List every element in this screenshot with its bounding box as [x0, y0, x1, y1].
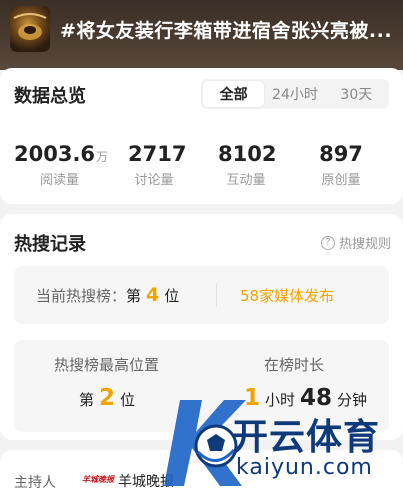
hot-search-rules-link[interactable]: ? 热搜规则 [320, 233, 391, 252]
stat-reads-value: 2003.6万 [14, 142, 109, 166]
best-rank-wei: 位 [120, 391, 136, 409]
stat-reads-unit: 万 [96, 150, 109, 164]
stats-row: 2003.6万 阅读量 2717 讨论量 8102 互动量 897 原创量 [0, 142, 403, 192]
watermark-text: 开云体育 [232, 417, 381, 458]
best-rank-label: 热搜榜最高位置 [54, 356, 160, 374]
stat-reads-label: 阅读量 [40, 173, 80, 188]
current-rank-value: 4 [146, 284, 160, 306]
stat-originals: 897 原创量 [318, 142, 364, 188]
current-rank-di: 第 [126, 287, 142, 305]
tab-24h[interactable]: 24小时 [264, 81, 325, 107]
stat-interactions: 8102 互动量 [218, 142, 277, 188]
stat-discussions-label: 讨论量 [134, 173, 174, 188]
stat-reads: 2003.6万 阅读量 [14, 142, 108, 188]
rules-label: 热搜规则 [338, 237, 391, 252]
current-rank: 当前热搜榜：第 4 位 [36, 284, 179, 306]
current-rank-prefix: 当前热搜榜： [36, 287, 127, 305]
overview-title: 数据总览 [14, 86, 86, 107]
watermark-sub: kaiyun.com [236, 455, 373, 480]
topic-title: #将女友装行李箱带进宿舍张兴亮被... [60, 20, 393, 42]
best-rank-value: 第2位 [79, 385, 135, 411]
overview-card: 数据总览 全部 24小时 30天 2003.6万 阅读量 2717 讨论量 81… [0, 68, 403, 204]
question-circle-icon: ? [320, 235, 335, 250]
duration-hours-unit: 小时 [265, 391, 296, 409]
best-rank-di: 第 [79, 391, 95, 409]
hot-search-title: 热搜记录 [14, 234, 86, 255]
stat-originals-value: 897 [319, 142, 363, 166]
duration-label: 在榜时长 [264, 356, 325, 374]
topic-header: #将女友装行李箱带进宿舍张兴亮被... [0, 0, 403, 70]
duration-minutes-unit: 分钟 [337, 391, 368, 409]
divider [216, 283, 217, 307]
host-label: 主持人 [14, 475, 56, 491]
stat-interactions-value: 8102 [218, 142, 277, 166]
stat-discussions-value: 2717 [128, 142, 187, 166]
tab-30d[interactable]: 30天 [326, 81, 387, 107]
stat-interactions-label: 互动量 [226, 173, 266, 188]
current-rank-wei: 位 [164, 287, 180, 305]
current-rank-box: 当前热搜榜：第 4 位 58家媒体发布 [14, 266, 389, 324]
tab-all[interactable]: 全部 [203, 81, 265, 107]
stat-discussions: 2717 讨论量 [128, 142, 187, 188]
media-publish-link[interactable]: 58家媒体发布 [240, 285, 334, 306]
stat-originals-label: 原创量 [321, 173, 361, 188]
hot-search-card: 热搜记录 ? 热搜规则 当前热搜榜：第 4 位 58家媒体发布 热搜榜最高位置 在榜… [0, 214, 403, 440]
time-range-tabs: 全部 24小时 30天 [201, 79, 389, 109]
topic-thumbnail[interactable] [10, 6, 50, 52]
host-logo[interactable]: 羊城晚报 [82, 469, 114, 489]
host-name[interactable]: 羊城晚报 [118, 471, 174, 491]
best-rank-number: 2 [99, 385, 116, 411]
